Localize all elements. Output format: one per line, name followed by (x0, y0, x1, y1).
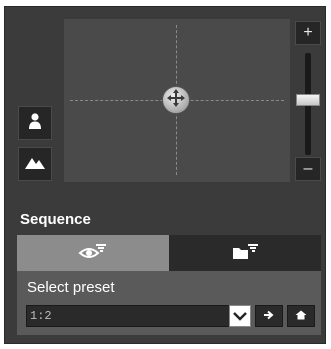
zoom-out-button[interactable]: – (295, 157, 321, 181)
chevron-down-icon[interactable] (229, 305, 251, 327)
landscape-view-button[interactable] (18, 147, 52, 181)
home-icon (295, 307, 307, 325)
tab-preset-folders[interactable] (169, 235, 321, 271)
preset-select-value: 1:2 (30, 309, 52, 323)
select-preset-label: Select preset (27, 279, 115, 296)
sequence-title: Sequence (20, 211, 91, 228)
ptz-control-panel: + – Sequence Select preset 1:2 (4, 6, 326, 344)
preset-select[interactable]: 1:2 (26, 305, 251, 327)
zoom-slider-thumb[interactable] (296, 94, 320, 106)
move-handle[interactable] (162, 86, 190, 114)
move-icon (166, 88, 186, 113)
tab-view-sequence[interactable] (17, 235, 169, 271)
arrow-right-icon (263, 307, 275, 325)
ptz-view-area[interactable] (64, 19, 290, 182)
zoom-slider[interactable] (296, 53, 320, 155)
person-view-button[interactable] (18, 106, 52, 140)
go-to-preset-button[interactable] (255, 305, 283, 327)
zoom-in-button[interactable]: + (295, 21, 321, 45)
landscape-icon (24, 154, 46, 175)
eye-icon (78, 242, 108, 265)
sequence-section: Select preset 1:2 (17, 235, 321, 335)
person-icon (26, 112, 44, 135)
folder-icon (230, 242, 260, 265)
home-preset-button[interactable] (287, 305, 315, 327)
